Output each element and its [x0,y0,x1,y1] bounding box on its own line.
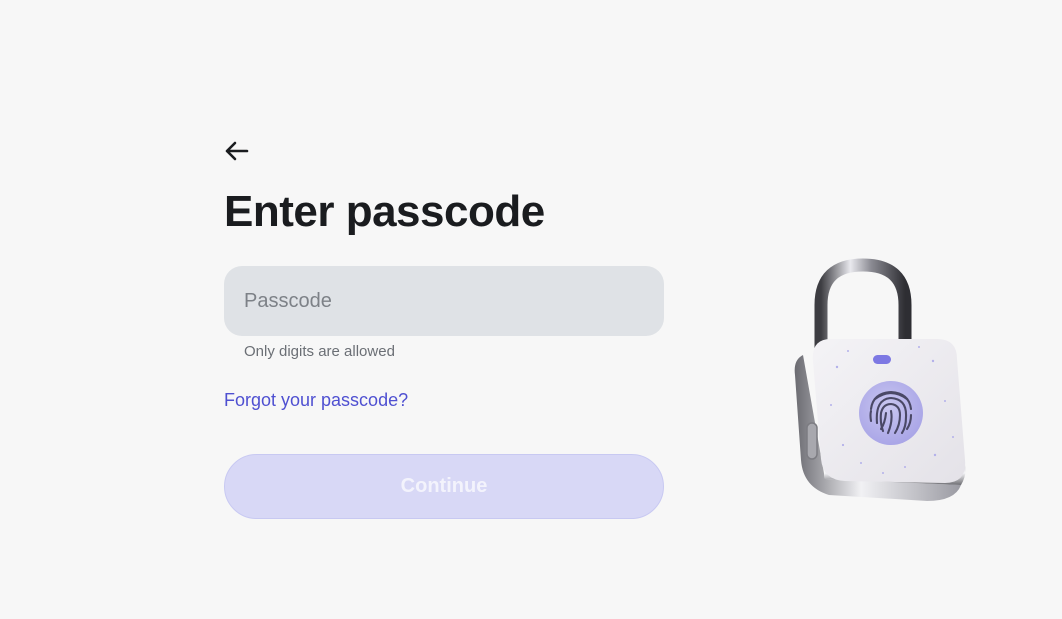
forgot-passcode-link[interactable]: Forgot your passcode? [224,390,408,411]
fingerprint-padlock-icon [794,258,966,501]
page-title: Enter passcode [224,187,545,236]
passcode-field[interactable] [224,266,664,336]
continue-button[interactable]: Continue [224,454,664,519]
passcode-input[interactable] [224,266,664,336]
arrow-left-icon [225,141,249,161]
back-button[interactable] [222,138,250,164]
passcode-hint: Only digits are allowed [244,343,395,360]
passcode-screen: Enter passcode Only digits are allowed F… [0,0,1062,619]
